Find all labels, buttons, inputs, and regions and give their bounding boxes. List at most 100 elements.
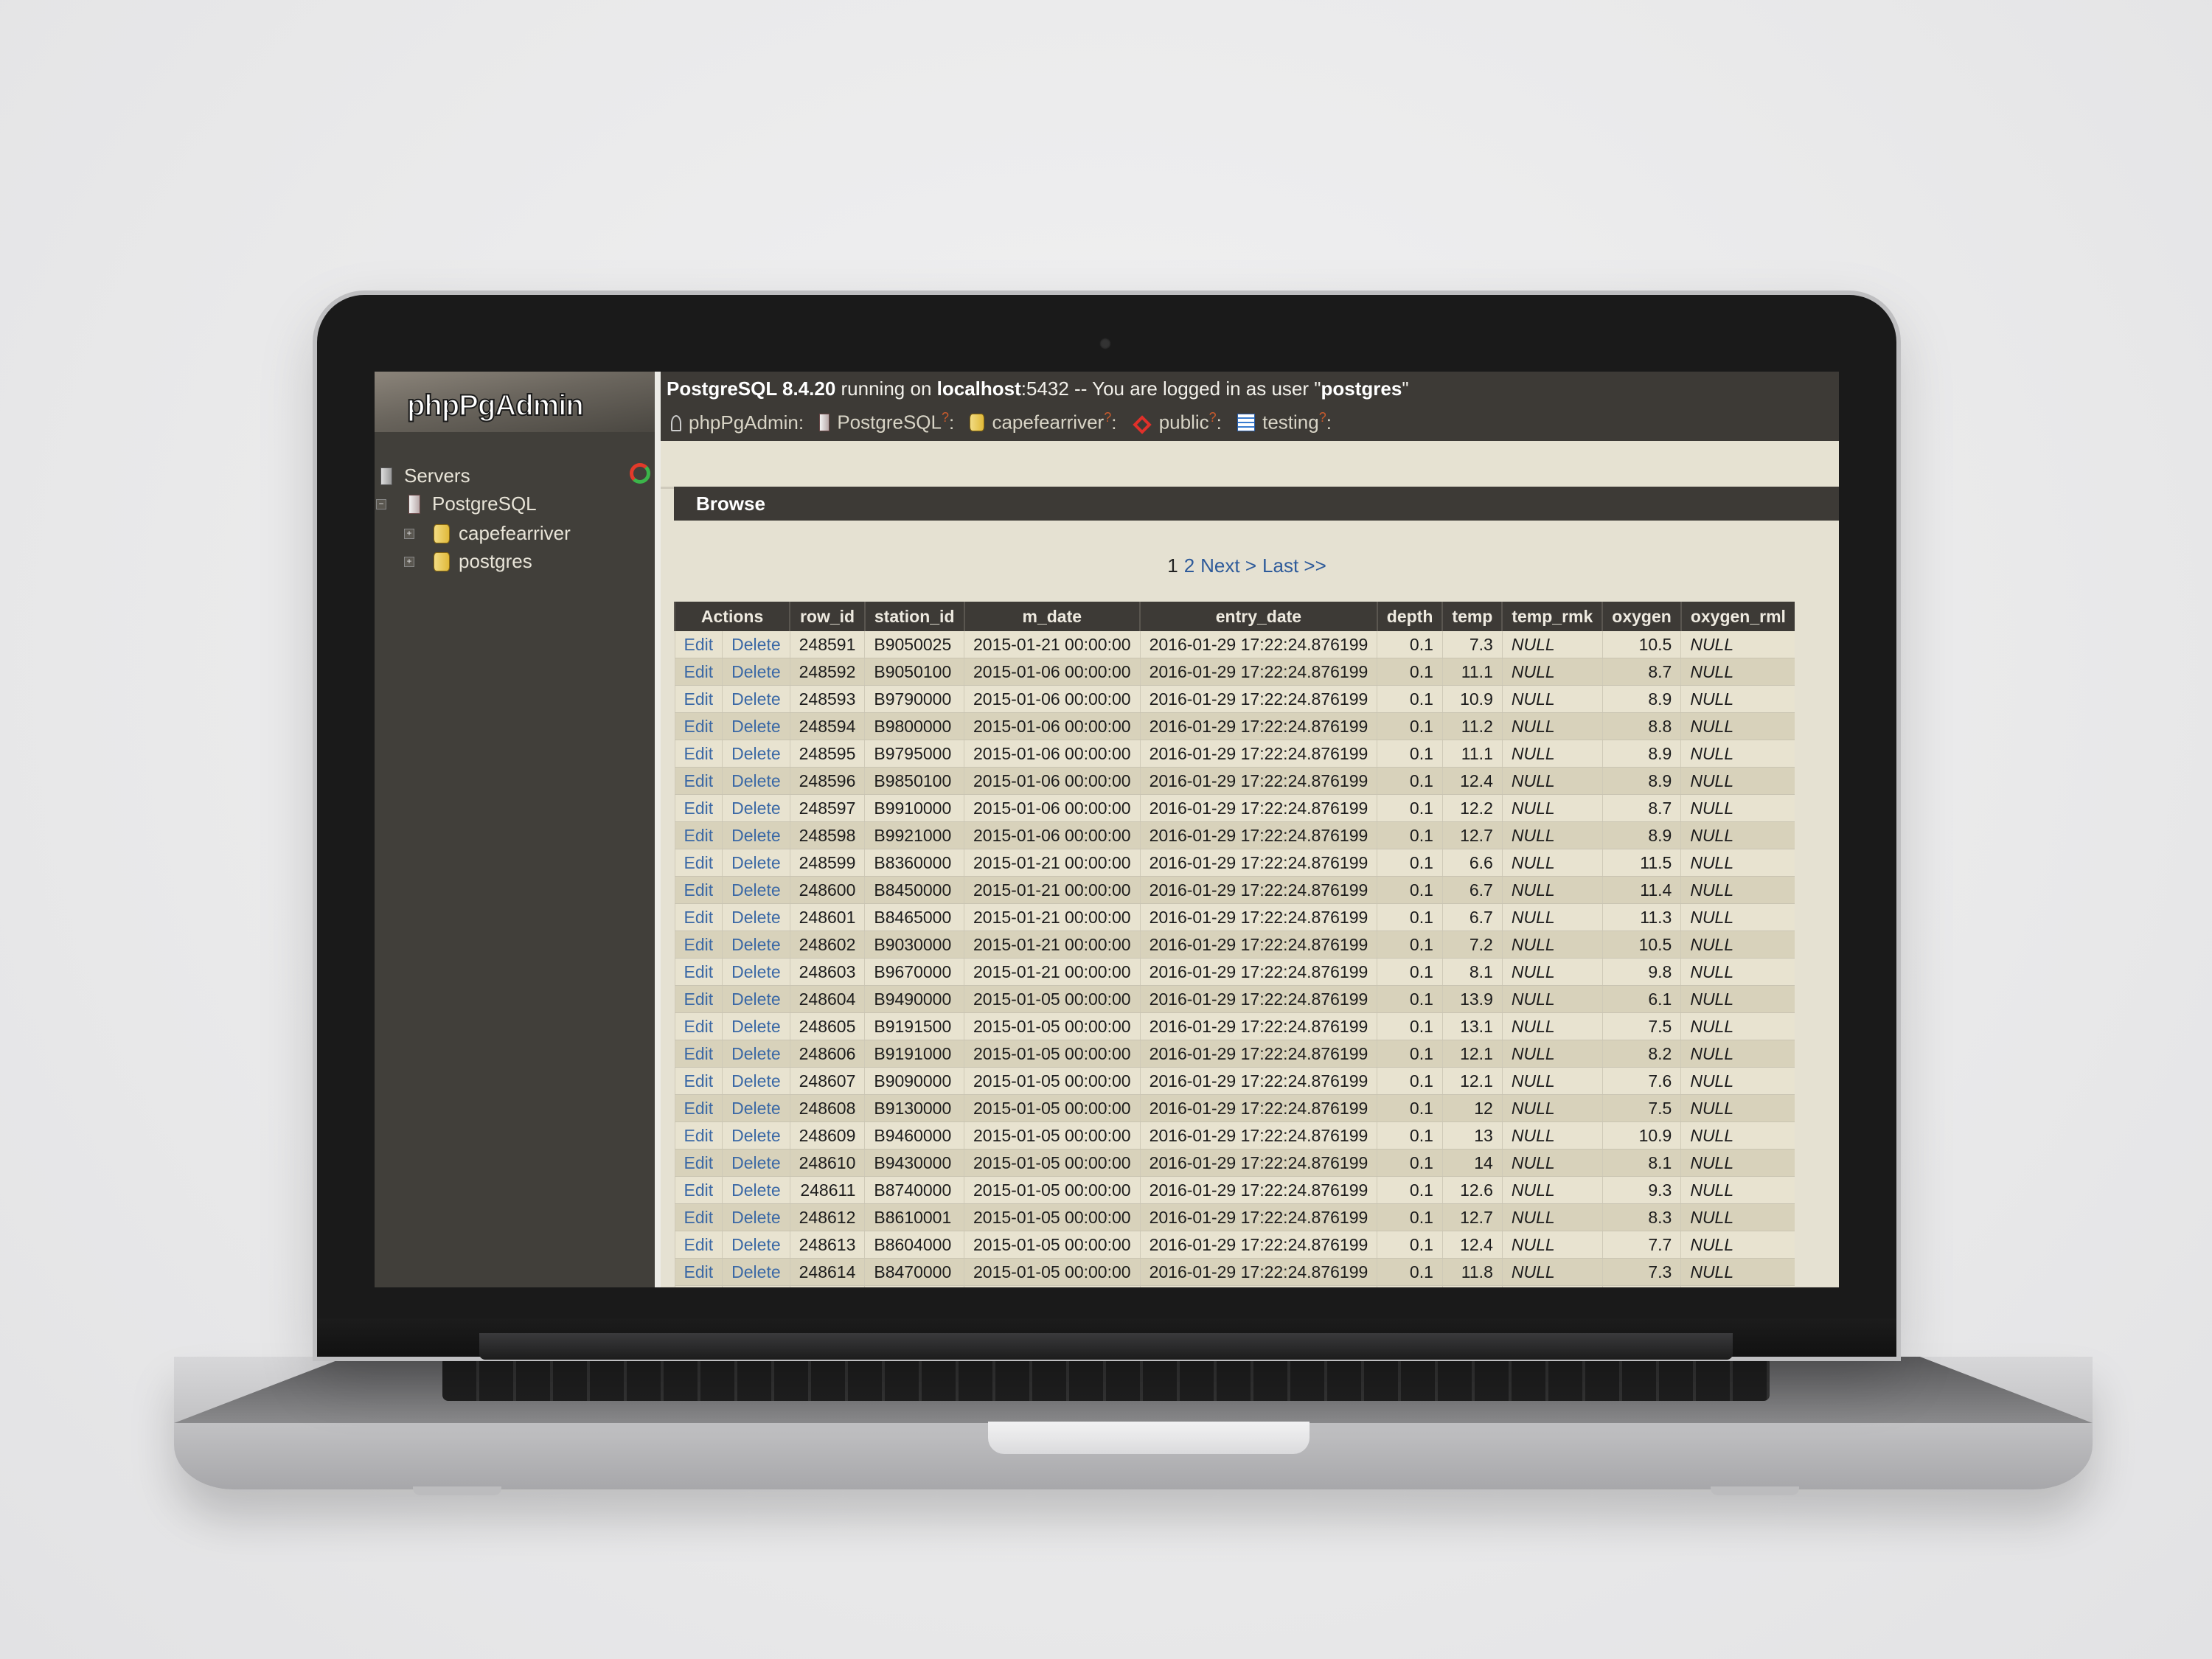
edit-link[interactable]: Edit [674,794,723,822]
column-header[interactable]: m_date [963,602,1141,631]
column-header[interactable]: temp [1441,602,1503,631]
expand-icon[interactable]: + [404,557,414,567]
breadcrumb-server[interactable]: PostgreSQL [837,411,942,434]
delete-link[interactable]: Delete [722,931,790,959]
table-cell-station_id: B8340050 [864,1285,964,1287]
table-cell-temp_rmk: NULL [1501,631,1603,658]
delete-link[interactable]: Delete [722,1149,790,1177]
edit-link[interactable]: Edit [674,1094,723,1122]
collapse-icon[interactable]: − [376,499,386,509]
delete-link[interactable]: Delete [722,958,790,986]
edit-link[interactable]: Edit [674,767,723,795]
expand-icon[interactable]: + [404,529,414,539]
table-cell-station_id: B9050100 [864,658,964,686]
column-header[interactable]: oxygen_rml [1680,602,1795,631]
delete-link[interactable]: Delete [722,1203,790,1231]
help-icon[interactable]: ? [1209,410,1217,425]
column-header[interactable]: temp_rmk [1501,602,1603,631]
edit-link[interactable]: Edit [674,740,723,768]
delete-link[interactable]: Delete [722,794,790,822]
edit-link[interactable]: Edit [674,849,723,877]
tree-label-servers[interactable]: Servers [404,462,470,490]
edit-link[interactable]: Edit [674,1067,723,1095]
delete-link[interactable]: Delete [722,685,790,713]
edit-link[interactable]: Edit [674,685,723,713]
edit-link[interactable]: Edit [674,1258,723,1286]
delete-link[interactable]: Delete [722,1012,790,1040]
edit-link[interactable]: Edit [674,631,723,658]
table-cell-station_id: B9921000 [864,821,964,849]
app-logo[interactable]: phpPgAdmin [406,389,585,422]
edit-link[interactable]: Edit [674,1149,723,1177]
edit-link[interactable]: Edit [674,821,723,849]
table-cell-temp_rmk: NULL [1501,685,1603,713]
column-header[interactable]: row_id [789,602,865,631]
column-header[interactable]: depth [1376,602,1443,631]
delete-link[interactable]: Delete [722,767,790,795]
delete-link[interactable]: Delete [722,821,790,849]
delete-link[interactable]: Delete [722,903,790,931]
edit-link[interactable]: Edit [674,1231,723,1259]
tree-node-servers[interactable]: Servers [375,462,655,490]
table-cell-station_id: B9430000 [864,1149,964,1177]
breadcrumb-root[interactable]: phpPgAdmin: [689,411,804,434]
breadcrumb-table[interactable]: testing [1262,411,1319,434]
delete-link[interactable]: Delete [722,1067,790,1095]
tree-label-server[interactable]: PostgreSQL [432,490,537,518]
table-cell-m_date: 2015-01-05 00:00:00 [964,1121,1141,1150]
delete-link[interactable]: Delete [722,631,790,658]
delete-link[interactable]: Delete [722,876,790,904]
edit-link[interactable]: Edit [674,1040,723,1068]
delete-link[interactable]: Delete [722,1285,790,1287]
breadcrumb-schema[interactable]: public [1159,411,1209,434]
delete-link[interactable]: Delete [722,849,790,877]
delete-link[interactable]: Delete [722,712,790,740]
table-cell-oxygen_rml: NULL [1680,794,1795,822]
help-icon[interactable]: ? [1104,410,1111,425]
edit-link[interactable]: Edit [674,658,723,686]
table-cell-station_id: B9460000 [864,1121,964,1150]
delete-link[interactable]: Delete [722,658,790,686]
next-page-link[interactable]: Next > [1200,554,1256,577]
table-row: Edit Delete 248607 B9090000 2015-01-05 00:00… [674,1067,1795,1095]
delete-link[interactable]: Delete [722,1121,790,1150]
edit-link[interactable]: Edit [674,903,723,931]
tree-label-db[interactable]: postgres [459,547,532,575]
help-icon[interactable]: ? [1319,410,1326,425]
table-cell-oxygen_rml: NULL [1680,1121,1795,1150]
refresh-icon[interactable] [630,463,650,484]
delete-link[interactable]: Delete [722,1176,790,1204]
edit-link[interactable]: Edit [674,712,723,740]
table-cell-m_date: 2015-01-05 00:00:00 [964,1149,1141,1177]
table-cell-depth: 0.1 [1377,958,1443,986]
delete-link[interactable]: Delete [722,1258,790,1286]
table-cell-row_id: 248611 [789,1176,865,1204]
delete-link[interactable]: Delete [722,1040,790,1068]
edit-link[interactable]: Edit [674,1285,723,1287]
edit-link[interactable]: Edit [674,985,723,1013]
edit-link[interactable]: Edit [674,1176,723,1204]
column-header[interactable]: station_id [863,602,964,631]
delete-link[interactable]: Delete [722,1231,790,1259]
edit-link[interactable]: Edit [674,1203,723,1231]
column-header[interactable]: entry_date [1139,602,1377,631]
column-header[interactable]: oxygen [1601,602,1681,631]
table-cell-temp: 12.4 [1441,1231,1503,1259]
edit-link[interactable]: Edit [674,1121,723,1150]
edit-link[interactable]: Edit [674,958,723,986]
breadcrumb-database[interactable]: capefearriver [992,411,1104,434]
tree-node-db-capefearriver[interactable]: + capefearriver [375,519,655,547]
delete-link[interactable]: Delete [722,985,790,1013]
delete-link[interactable]: Delete [722,740,790,768]
help-icon[interactable]: ? [942,410,949,425]
edit-link[interactable]: Edit [674,1012,723,1040]
last-page-link[interactable]: Last >> [1262,554,1326,577]
database-icon [434,524,450,543]
tree-node-server[interactable]: − PostgreSQL [375,490,655,518]
delete-link[interactable]: Delete [722,1094,790,1122]
tree-node-db-postgres[interactable]: + postgres [375,547,655,575]
edit-link[interactable]: Edit [674,876,723,904]
page-2-link[interactable]: 2 [1184,554,1194,577]
tree-label-db[interactable]: capefearriver [459,519,571,547]
edit-link[interactable]: Edit [674,931,723,959]
